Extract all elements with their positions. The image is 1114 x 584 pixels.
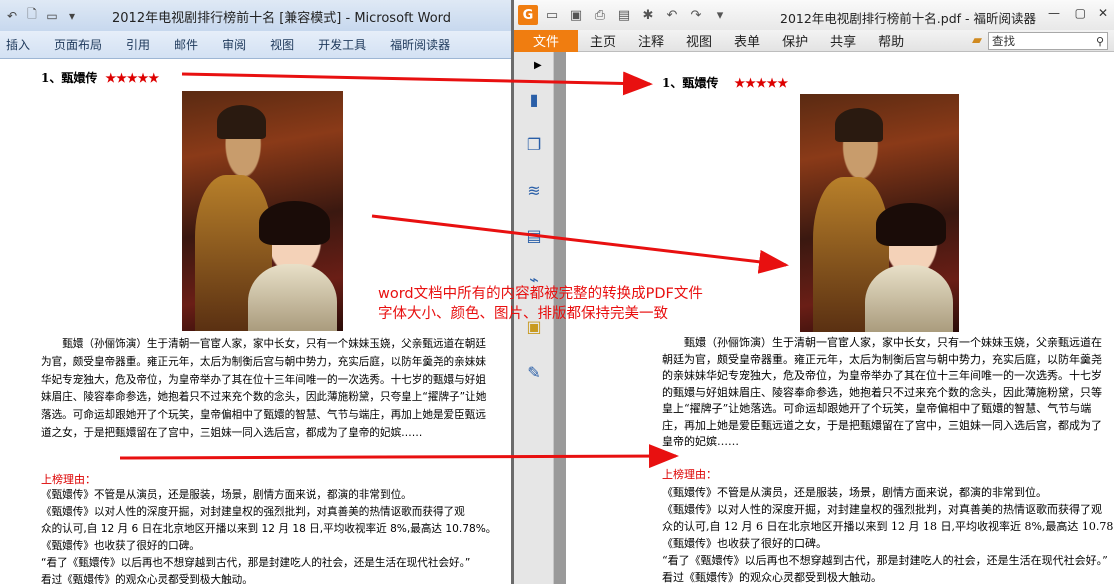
annotation-line-1: word文档中所有的内容都被完整的转换成PDF文件 [378, 286, 703, 302]
heading-arrow [181, 71, 653, 96]
conversion-annotation: word文档中所有的内容都被完整的转换成PDF文件 字体大小、颜色、图片、排版都… [378, 284, 703, 324]
image-arrow [371, 214, 789, 274]
annotation-line-2: 字体大小、颜色、图片、排版都保持完美一致 [378, 306, 668, 322]
paragraph-arrow [119, 444, 679, 469]
